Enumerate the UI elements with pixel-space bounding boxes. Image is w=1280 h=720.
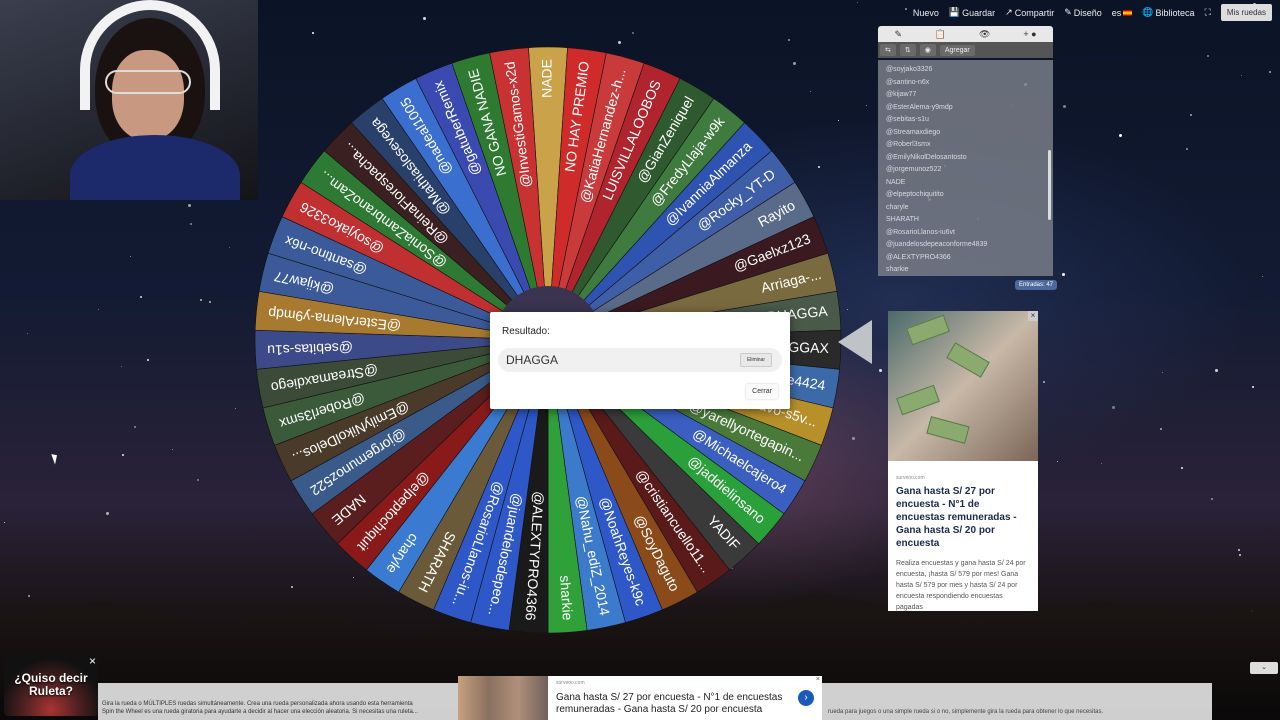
side-advertisement[interactable]: × surveoo.com Gana hasta S/ 27 por encue… [888,311,1038,611]
sort-icon[interactable]: ⇅ [899,44,916,56]
entry-item[interactable]: @ALEXTYPRO4366 [886,252,1045,265]
new-button[interactable]: Nuevo [913,8,939,18]
entry-item[interactable]: @elpeptochiquitito [886,189,1045,202]
entry-item[interactable]: @sebitas-s1u [886,114,1045,127]
design-button[interactable]: ✎ Diseño [1064,7,1102,18]
library-label: Biblioteca [1155,7,1195,18]
entry-item[interactable]: SHARATH [886,214,1045,227]
save-button[interactable]: 💾 Guardar [949,7,995,18]
spain-flag-icon [1123,9,1133,16]
result-row: DHAGGA Eliminar [498,348,782,372]
pencil-icon[interactable]: ✎ [894,29,902,40]
entries-count-badge: Entradas: 47 [1015,280,1058,290]
entry-item[interactable]: @jorgemunoz522 [886,164,1045,177]
webcam-headphones [80,0,220,110]
eye-icon[interactable]: 👁 [979,29,990,40]
language-button[interactable]: es [1112,8,1133,18]
share-label: Compartir [1014,7,1055,18]
close-button[interactable]: Cerrar [746,384,778,399]
share-icon: ↗ [1005,7,1013,17]
description-line-2: Spin the Wheel es una rueda giratoria pa… [102,709,418,715]
entry-item[interactable]: @kijaw77 [886,89,1045,102]
add-color-icon[interactable]: + ● [1023,29,1036,39]
bottom-ad-source: surveoo.com [556,680,585,686]
webcam-body [70,135,240,200]
chevron-down-icon[interactable]: ⌄ [1250,662,1278,674]
ad-close-icon[interactable]: × [1028,311,1038,321]
wheel-segment-label: @sebitas-s1u [267,340,353,359]
share-button[interactable]: ↗ Compartir [1005,7,1054,18]
top-nav: Nuevo 💾 Guardar ↗ Compartir ✎ Diseño es 🌐 Bi… [913,4,1272,21]
entries-scrollbar[interactable] [1048,150,1051,220]
wheel-segment-label: sharkie [557,575,576,621]
entry-item[interactable]: @juandelosdepeaconforme4839 [886,239,1045,252]
suggestion-text: ¿Quiso decir Ruleta? [14,671,88,698]
entry-item[interactable]: @RosarioLlanos-iu6vt [886,227,1045,240]
design-label: Diseño [1073,7,1102,18]
entry-item[interactable]: @santino-n6x [886,77,1045,90]
mouse-cursor-icon [51,452,60,465]
ad-headline[interactable]: Gana hasta S/ 27 por encuesta - N°1 de e… [896,485,1030,550]
entry-item[interactable]: @Roberl3smx [886,139,1045,152]
entry-item[interactable]: @EsterAlema-y9mdp [886,102,1045,115]
bottom-ad-image[interactable] [458,676,548,720]
library-button[interactable]: 🌐 Biblioteca [1142,7,1194,18]
suggestion-close-icon[interactable]: × [89,654,96,668]
clipboard-icon[interactable]: 📋 [935,29,946,40]
fullscreen-button[interactable]: ⛶ [1205,7,1211,18]
shuffle-icon[interactable]: ⇆ [880,44,896,56]
result-dialog: Resultado: DHAGGA Eliminar Cerrar [490,312,790,409]
webcam-overlay [0,0,258,200]
wheel-segment-label: NADE [539,59,555,98]
dialog-title: Resultado: [502,326,550,337]
entry-item[interactable]: @EmilyNikolDelosantosto [886,152,1045,165]
entry-item[interactable]: NADE [886,177,1045,190]
bottom-ad-close-icon[interactable]: × [816,676,820,683]
entries-textarea[interactable]: @soyjako3326 @santino-n6x @kijaw77 @EsterAl… [878,60,1053,276]
panel-tabs: ✎ 📋 👁 + ● [878,26,1053,42]
ad-body: Realiza encuestas y gana hasta S/ 24 por… [896,560,1026,611]
new-label: Nuevo [912,7,939,18]
entry-item[interactable]: @soyjako3326 [886,64,1045,77]
remove-button[interactable]: Eliminar [739,353,772,367]
add-image-button[interactable]: Agregar [939,44,975,56]
panel-toolbar: ⇆ ⇅ ◉ Agregar [878,42,1053,58]
my-wheels-button[interactable]: Mis ruedas [1220,4,1272,21]
wheel-pointer-icon [838,320,872,364]
palette-icon: ✎ [1064,7,1072,17]
language-label: es [1111,7,1122,18]
hide-icon[interactable]: ◉ [919,44,936,56]
result-value: DHAGGA [506,353,559,367]
bottom-ad-text[interactable]: Gana hasta S/ 27 por encuesta - N°1 de e… [556,692,796,716]
entry-item[interactable]: @Streamaxdiego [886,127,1045,140]
ad-source: surveoo.com [896,475,925,481]
globe-icon: 🌐 [1142,7,1154,17]
entries-panel: ✎ 📋 👁 + ● ⇆ ⇅ ◉ Agregar @soyjako3326 @san… [878,26,1053,276]
ruleta-suggestion[interactable]: ¿Quiso decir Ruleta? × [4,654,98,716]
entry-item[interactable]: charyle [886,202,1045,215]
save-label: Guardar [962,7,996,18]
fullscreen-icon: ⛶ [1204,7,1211,17]
ad-image[interactable]: × [888,311,1038,461]
save-icon: 💾 [948,7,961,17]
chevron-right-icon[interactable]: › [798,690,814,706]
description-line-3: rueda para juegos o una simple rueda si … [828,709,1104,715]
bottom-advertisement[interactable]: surveoo.com Gana hasta S/ 27 por encuest… [458,676,822,720]
entry-item[interactable]: sharkie [886,264,1045,276]
